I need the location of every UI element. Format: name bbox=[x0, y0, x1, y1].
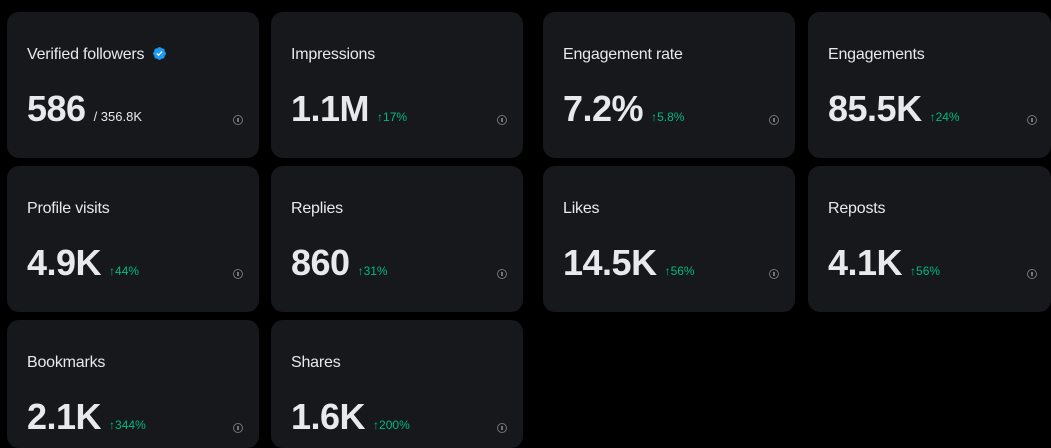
info-icon[interactable] bbox=[769, 269, 779, 279]
card-value-row: 85.5K ↑24% bbox=[828, 88, 960, 130]
card-label-text: Verified followers bbox=[27, 46, 145, 63]
card-reposts[interactable]: Reposts 4.1K ↑56% bbox=[808, 166, 1051, 312]
card-bookmarks[interactable]: Bookmarks 2.1K ↑344% bbox=[7, 320, 259, 448]
info-icon[interactable] bbox=[497, 115, 507, 125]
card-value-row: 14.5K ↑56% bbox=[563, 242, 695, 284]
card-change: ↑344% bbox=[109, 418, 146, 432]
card-value: 860 bbox=[291, 242, 350, 283]
card-label: Impressions bbox=[291, 46, 376, 63]
card-label: Likes bbox=[563, 200, 600, 217]
card-profile-visits[interactable]: Profile visits 4.9K ↑44% bbox=[7, 166, 259, 312]
card-value: 4.9K bbox=[27, 242, 102, 283]
card-change: ↑31% bbox=[357, 264, 388, 278]
card-engagements[interactable]: Engagements 85.5K ↑24% bbox=[808, 12, 1051, 158]
card-label: Replies bbox=[291, 200, 343, 217]
card-label: Reposts bbox=[828, 200, 886, 217]
card-value-row: 586 / 356.8K bbox=[27, 88, 142, 130]
card-total: / 356.8K bbox=[93, 109, 143, 124]
card-value: 586 bbox=[27, 88, 86, 129]
card-change: ↑56% bbox=[664, 264, 695, 278]
card-change: ↑24% bbox=[929, 110, 960, 124]
card-likes[interactable]: Likes 14.5K ↑56% bbox=[543, 166, 795, 312]
card-value: 1.6K bbox=[291, 396, 366, 437]
card-label: Bookmarks bbox=[27, 354, 106, 371]
card-value: 85.5K bbox=[828, 88, 922, 129]
card-shares[interactable]: Shares 1.6K ↑200% bbox=[271, 320, 523, 448]
info-icon[interactable] bbox=[769, 115, 779, 125]
info-icon[interactable] bbox=[233, 115, 243, 125]
card-change: ↑56% bbox=[910, 264, 941, 278]
card-change: ↑5.8% bbox=[651, 110, 685, 124]
card-label: Engagements bbox=[828, 46, 925, 63]
card-value-row: 4.1K ↑56% bbox=[828, 242, 940, 284]
info-icon[interactable] bbox=[1027, 115, 1037, 125]
card-value: 1.1M bbox=[291, 88, 370, 129]
card-label: Profile visits bbox=[27, 200, 110, 217]
card-value: 2.1K bbox=[27, 396, 102, 437]
card-value-row: 1.6K ↑200% bbox=[291, 396, 410, 438]
card-label: Engagement rate bbox=[563, 46, 683, 63]
card-verified-followers[interactable]: Verified followers 586 / 356.8K bbox=[7, 12, 259, 158]
card-value: 14.5K bbox=[563, 242, 657, 283]
info-icon[interactable] bbox=[1027, 269, 1037, 279]
card-label: Verified followers bbox=[27, 46, 167, 64]
card-value-row: 1.1M ↑17% bbox=[291, 88, 407, 130]
info-icon[interactable] bbox=[497, 269, 507, 279]
card-label: Shares bbox=[291, 354, 341, 371]
card-change: ↑44% bbox=[109, 264, 140, 278]
verified-badge-icon bbox=[153, 47, 167, 60]
card-change: ↑200% bbox=[373, 418, 410, 432]
info-icon[interactable] bbox=[233, 423, 243, 433]
card-impressions[interactable]: Impressions 1.1M ↑17% bbox=[271, 12, 523, 158]
analytics-grid: Verified followers 586 / 356.8K Impressi… bbox=[0, 0, 1051, 448]
card-value-row: 2.1K ↑344% bbox=[27, 396, 146, 438]
card-value-row: 860 ↑31% bbox=[291, 242, 388, 284]
info-icon[interactable] bbox=[233, 269, 243, 279]
card-value-row: 7.2% ↑5.8% bbox=[563, 88, 684, 130]
card-engagement-rate[interactable]: Engagement rate 7.2% ↑5.8% bbox=[543, 12, 795, 158]
card-value: 4.1K bbox=[828, 242, 903, 283]
card-value-row: 4.9K ↑44% bbox=[27, 242, 139, 284]
info-icon[interactable] bbox=[497, 423, 507, 433]
card-replies[interactable]: Replies 860 ↑31% bbox=[271, 166, 523, 312]
card-change: ↑17% bbox=[377, 110, 408, 124]
card-value: 7.2% bbox=[563, 88, 644, 129]
